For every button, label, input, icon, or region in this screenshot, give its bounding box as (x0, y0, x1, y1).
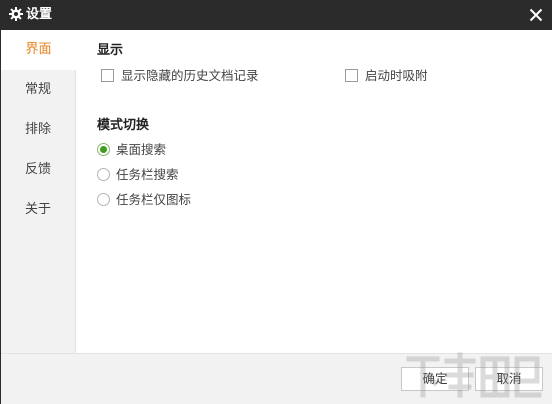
mode-section-title: 模式切换 (97, 118, 150, 133)
mode-option-taskbar-search[interactable]: 任务栏搜索 (97, 167, 217, 183)
mode-option-taskbar-icon-only[interactable]: 任务栏仅图标 (97, 192, 227, 208)
sidebar-item-interface[interactable]: 界面 (1, 30, 76, 70)
taskbar-search-label: 任务栏搜索 (116, 167, 179, 182)
settings-content: 显示 显示隐藏的历史文档记录 启动时吸附 模式切换 桌面搜索 任务栏搜索 任务栏… (76, 30, 552, 353)
startup-snap-checkbox[interactable] (345, 69, 358, 82)
title-bar[interactable]: 设置 (1, 0, 552, 30)
sidebar-item-feedback[interactable]: 反馈 (1, 150, 75, 190)
dialog-footer: 确定 取消 (1, 353, 552, 404)
mode-option-desktop-search[interactable]: 桌面搜索 (97, 142, 207, 158)
sidebar-item-about[interactable]: 关于 (1, 190, 75, 230)
window-title: 设置 (26, 7, 53, 22)
desktop-search-label: 桌面搜索 (116, 142, 167, 157)
settings-window: 设置 界面 常规 排除 反馈 关于 显示 显示隐藏的历史文档记录 启动时吸附 模… (0, 0, 552, 404)
sidebar-item-exclude[interactable]: 排除 (1, 110, 75, 150)
confirm-button[interactable]: 确定 (401, 367, 469, 391)
startup-snap-option[interactable]: 启动时吸附 (345, 68, 445, 84)
close-button[interactable] (523, 3, 549, 27)
sidebar-nav: 界面 常规 排除 反馈 关于 (1, 30, 76, 353)
cancel-button[interactable]: 取消 (475, 367, 543, 391)
desktop-search-radio[interactable] (97, 143, 110, 156)
startup-snap-label: 启动时吸附 (365, 68, 428, 83)
close-icon (529, 8, 543, 22)
show-hidden-history-checkbox[interactable] (101, 69, 114, 82)
sidebar-item-general[interactable]: 常规 (1, 70, 75, 110)
show-hidden-history-option[interactable]: 显示隐藏的历史文档记录 (101, 68, 281, 84)
display-section-title: 显示 (97, 43, 124, 58)
taskbar-icon-only-radio[interactable] (97, 193, 110, 206)
gear-icon (9, 7, 23, 21)
taskbar-icon-only-label: 任务栏仅图标 (116, 192, 192, 207)
taskbar-search-radio[interactable] (97, 168, 110, 181)
show-hidden-history-label: 显示隐藏的历史文档记录 (121, 68, 259, 83)
